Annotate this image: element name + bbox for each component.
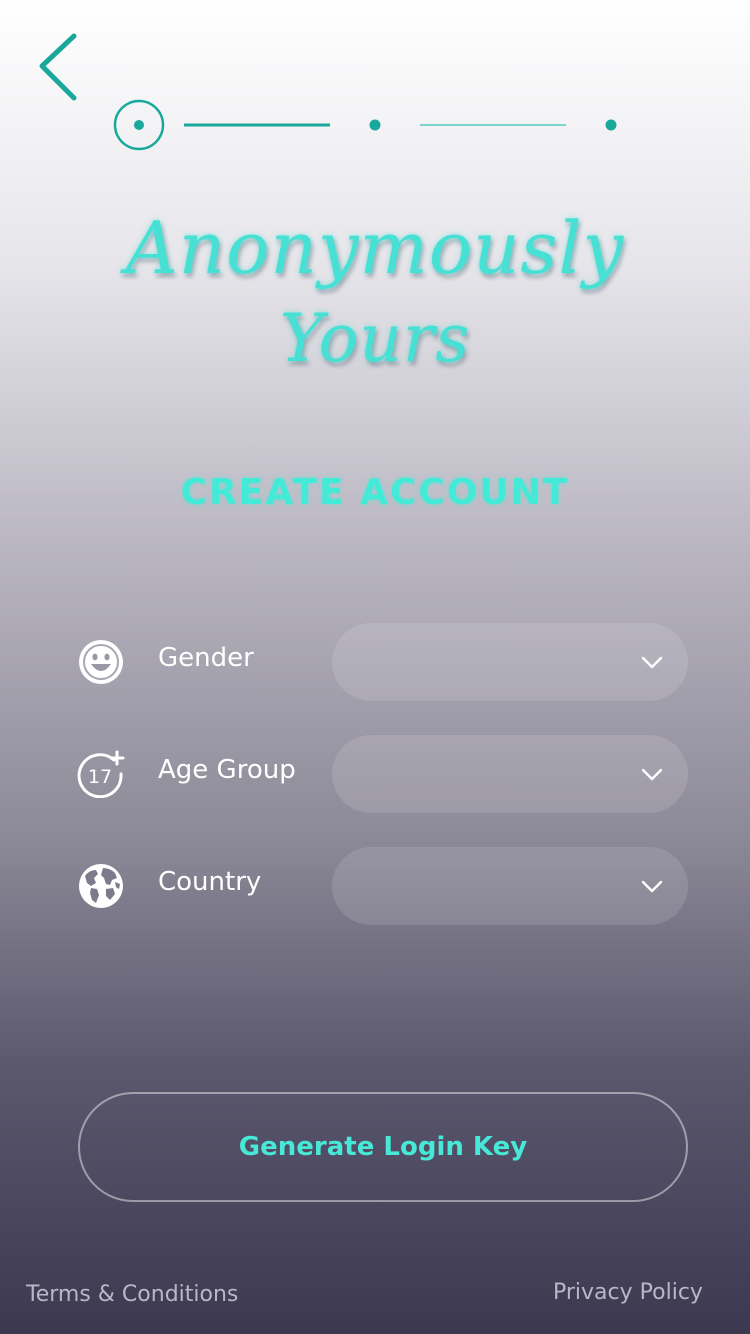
age-group-select[interactable] [332, 735, 688, 813]
app-logo: Anonymously Yours [100, 190, 650, 410]
generate-login-key-button[interactable]: Generate Login Key [78, 1092, 688, 1202]
country-select[interactable] [332, 847, 688, 925]
step-3-indicator [605, 119, 617, 131]
country-label: Country [158, 867, 262, 897]
step-1-active-indicator [113, 99, 165, 151]
country-row: Country [0, 847, 750, 925]
chevron-down-icon [641, 880, 663, 893]
gender-label: Gender [158, 643, 254, 673]
globe-icon [79, 864, 123, 908]
age-group-label: Age Group [158, 755, 296, 785]
svg-text:17: 17 [88, 766, 112, 788]
progress-stepper [113, 99, 617, 151]
age-17-plus-icon: 17 [77, 750, 125, 798]
chevron-down-icon [641, 656, 663, 669]
age-group-row: 17 Age Group [0, 735, 750, 813]
page-title: CREATE ACCOUNT [180, 472, 570, 513]
logo-line-1: Anonymously [125, 206, 625, 290]
terms-and-conditions-link[interactable]: Terms & Conditions [26, 1282, 238, 1307]
step-2-indicator [369, 119, 381, 131]
logo-line-2: Yours [279, 300, 471, 377]
gender-select[interactable] [332, 623, 688, 701]
chevron-down-icon [641, 768, 663, 781]
gender-row: Gender [0, 623, 750, 701]
privacy-policy-link[interactable]: Privacy Policy [553, 1280, 703, 1305]
smiley-face-icon [79, 640, 123, 684]
